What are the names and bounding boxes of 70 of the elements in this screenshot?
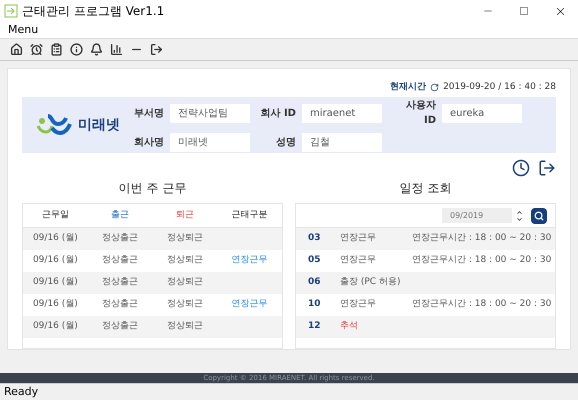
type-cell-text: 추석 bbox=[340, 320, 359, 334]
toolbar-button[interactable] bbox=[68, 40, 85, 58]
info-icon bbox=[70, 43, 83, 56]
day-cell-text: 12 bbox=[308, 320, 322, 334]
bell-icon bbox=[90, 43, 103, 56]
table-cell-text: 09/16 (월) bbox=[32, 320, 79, 334]
logo-text: 미래넷 bbox=[78, 116, 120, 135]
table-cell-text: 정상출근 bbox=[101, 232, 140, 246]
section-title: 일정 조회 bbox=[398, 180, 452, 197]
table-cell-text: 09/16 (월) bbox=[32, 276, 79, 290]
table-cell-text: 09/16 (월) bbox=[32, 298, 79, 312]
window-title: 근태관리 프로그램 Ver1.1 bbox=[22, 3, 164, 20]
detail-cell-text: 연장근무시간 : 18 : 00 ~ 20 : 30 bbox=[412, 254, 552, 268]
table-cell-text: 정상퇴근 bbox=[166, 254, 204, 268]
day-cell-text: 06 bbox=[308, 276, 322, 290]
detail-cell-text: 연장근무시간 : 18 : 00 ~ 20 : 30 bbox=[412, 298, 552, 312]
table-cell-text: 정상출근 bbox=[101, 254, 140, 268]
search-button[interactable] bbox=[531, 208, 547, 224]
menu-item[interactable]: Menu bbox=[8, 22, 38, 38]
table-cell-text: 정상퇴근 bbox=[166, 298, 204, 312]
month-field[interactable]: 09/2019 bbox=[442, 208, 512, 223]
text-field[interactable]: miraenet bbox=[302, 104, 382, 123]
day-cell-text: 10 bbox=[308, 298, 322, 312]
table-cell-text: 정상출근 bbox=[101, 320, 140, 334]
table-cell-text: 09/16 (월) bbox=[32, 232, 79, 246]
table-cell-text: 정상출근 bbox=[101, 276, 140, 290]
section-title: 이번 주 근무 bbox=[118, 180, 188, 197]
type-cell-text: 연장근무 bbox=[340, 232, 377, 246]
table-cell-text: 정상출근 bbox=[101, 298, 140, 312]
column-header: 출근 bbox=[110, 208, 130, 222]
text-field[interactable]: 김철 bbox=[302, 133, 382, 152]
time-label: 현재시간 bbox=[390, 81, 426, 94]
spinner-icon[interactable] bbox=[516, 208, 523, 222]
field-label: 회사명 bbox=[133, 136, 164, 150]
type-cell-text: 연장근무 bbox=[340, 298, 377, 312]
alarm-clock-icon bbox=[30, 43, 43, 56]
type-cell-text: 출장 (PC 허용) bbox=[340, 276, 402, 290]
table-cell-text: 연장근무 bbox=[230, 254, 269, 268]
text-field[interactable]: 전략사업팀 bbox=[170, 104, 250, 123]
field-label: 회사 ID bbox=[260, 106, 296, 121]
search-icon bbox=[534, 210, 544, 220]
day-cell-text: 05 bbox=[308, 254, 322, 268]
column-header: 퇴근 bbox=[174, 208, 195, 222]
detail-cell-text: 연장근무시간 : 18 : 00 ~ 20 : 30 bbox=[412, 232, 552, 246]
field-label: 부서명 bbox=[133, 106, 164, 121]
maximize-icon bbox=[519, 6, 529, 16]
clipboard-icon bbox=[50, 43, 63, 56]
text-field[interactable]: eureka bbox=[442, 104, 522, 123]
table-cell-text: 09/16 (월) bbox=[32, 254, 79, 268]
day-cell-text: 03 bbox=[308, 232, 322, 246]
table-cell-text: 정상퇴근 bbox=[166, 276, 204, 290]
table-cell-text: 정상퇴근 bbox=[166, 232, 204, 246]
type-cell-text: 연장근무 bbox=[340, 254, 377, 268]
exit-icon[interactable] bbox=[538, 159, 556, 178]
field-label: 성명 bbox=[275, 136, 296, 150]
clock-icon[interactable] bbox=[512, 159, 530, 178]
table-cell-text: 정상퇴근 bbox=[166, 320, 204, 334]
text-field[interactable]: 미래넷 bbox=[170, 133, 250, 152]
exit-icon bbox=[150, 43, 163, 56]
field-label: 사용자 ID bbox=[405, 99, 436, 128]
column-header: 근태구분 bbox=[230, 208, 269, 222]
home-icon bbox=[10, 43, 23, 56]
toolbar-button[interactable] bbox=[88, 40, 105, 58]
refresh-icon bbox=[430, 83, 440, 92]
time-value: 2019-09-20 / 16 : 40 : 28 bbox=[443, 81, 556, 94]
column-header: 근무일 bbox=[40, 208, 70, 222]
bar-chart-icon bbox=[110, 43, 123, 56]
app-icon bbox=[4, 4, 18, 18]
table-cell-text: 연장근무 bbox=[230, 298, 269, 312]
status-text: Ready bbox=[4, 384, 38, 400]
